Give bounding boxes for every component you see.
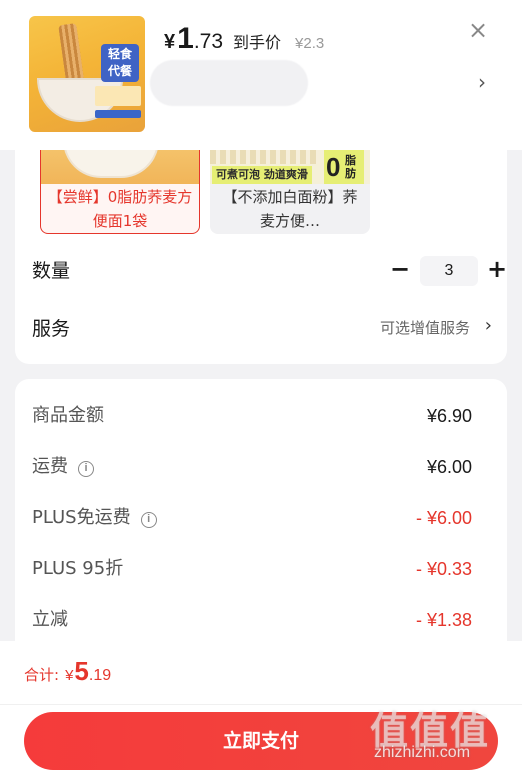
total-decimal: .19 [88, 667, 112, 684]
fee-row-instant-reduction: 立减 - ¥1.38 [32, 605, 472, 635]
minus-icon[interactable]: − [387, 254, 413, 284]
info-icon[interactable]: i [78, 461, 94, 477]
fee-label-wrap: 运费 i [32, 452, 94, 482]
quantity-row: 数量 − 3 + [32, 252, 507, 288]
option-card-selected[interactable]: 【尝鲜】0脂肪荞麦方便面1袋 [40, 150, 200, 234]
info-icon[interactable]: i [140, 512, 157, 528]
total-integer: 5 [74, 656, 89, 686]
zero-fat-badge: 0 脂肪 [324, 150, 364, 184]
thumbnail-strip [95, 86, 141, 106]
total-currency: ¥ [65, 667, 74, 684]
fee-row-plus-discount: PLUS 95折 - ¥0.33 [32, 554, 472, 584]
thumbnail-badge: 轻食 代餐 [101, 44, 139, 82]
fee-label: PLUS 95折 [32, 558, 124, 579]
price-row: ¥ 1 .73 到手价 ¥2.3 [164, 22, 325, 55]
service-label: 服务 [32, 318, 71, 340]
fee-label: PLUS免运费 [32, 507, 131, 528]
price-integer: 1 [177, 22, 194, 55]
service-value: 可选增值服务 [379, 319, 470, 337]
close-icon[interactable]: × [466, 18, 490, 42]
fee-value: - ¥0.33 [415, 559, 472, 579]
original-price: ¥2.3 [295, 35, 325, 52]
total-line: 合计: ¥ 5 .19 [24, 656, 111, 692]
thumbnail-badge-line1: 轻食 [107, 47, 132, 61]
plus-icon[interactable]: + [484, 254, 510, 284]
quantity-stepper[interactable]: 3 [420, 256, 478, 286]
fee-label: 商品金额 [32, 405, 104, 426]
option-label: 【尝鲜】0脂肪荞麦方便面1袋 [47, 188, 193, 230]
option-image: 可煮可泡 劲道爽滑 0 脂肪 [210, 150, 370, 184]
fee-label: 立减 [32, 609, 68, 630]
thumbnail-badge-line2: 代餐 [107, 64, 132, 78]
price-decimal: .73 [193, 30, 224, 53]
option-label: 【不添加白面粉】荞麦方便… [222, 188, 358, 230]
chevron-right-icon: › [484, 315, 492, 336]
fee-label: 运费 [32, 456, 68, 477]
zero-fat-text: 脂肪 [345, 154, 356, 180]
noodle-graphic [210, 150, 320, 164]
price-tag-label: 到手价 [233, 33, 282, 52]
option-image-slogan: 可煮可泡 劲道爽滑 [212, 166, 312, 184]
fee-row-shipping: 运费 i ¥6.00 [32, 452, 472, 482]
product-header: 轻食 代餐 ¥ 1 .73 到手价 ¥2.3 × › [0, 0, 522, 150]
fee-row-goods: 商品金额 ¥6.90 [32, 401, 472, 431]
total-label: 合计: [24, 666, 60, 684]
service-row[interactable]: 服务 可选增值服务 › [32, 310, 492, 346]
fee-value: ¥6.90 [426, 406, 472, 426]
fee-value: - ¥1.38 [415, 610, 472, 630]
fee-value: - ¥6.00 [415, 508, 472, 528]
option-card[interactable]: 可煮可泡 劲道爽滑 0 脂肪 【不添加白面粉】荞麦方便… [210, 150, 370, 234]
fee-label-wrap: PLUS免运费 i [32, 503, 157, 533]
fee-row-plus-shipping: PLUS免运费 i - ¥6.00 [32, 503, 472, 533]
option-image [41, 150, 199, 184]
thumbnail-strip-blue [95, 110, 141, 118]
quantity-label: 数量 [32, 260, 71, 282]
product-thumbnail[interactable]: 轻食 代餐 [29, 16, 145, 132]
spec-card: 【尝鲜】0脂肪荞麦方便面1袋 可煮可泡 劲道爽滑 0 脂肪 【不添加白面粉】荞麦… [15, 150, 507, 364]
zero-fat-number: 0 [326, 152, 341, 182]
fee-card: 商品金额 ¥6.90 运费 i ¥6.00 PLUS免运费 i - ¥6.00 PL… [15, 379, 507, 641]
bowl-graphic [63, 150, 159, 178]
fee-value: ¥6.00 [426, 457, 472, 477]
price-currency: ¥ [164, 31, 176, 53]
watermark-text: zhizhizhi.com [374, 744, 471, 761]
chevron-right-icon[interactable]: › [478, 70, 494, 94]
redacted-spec-pill [150, 60, 308, 106]
